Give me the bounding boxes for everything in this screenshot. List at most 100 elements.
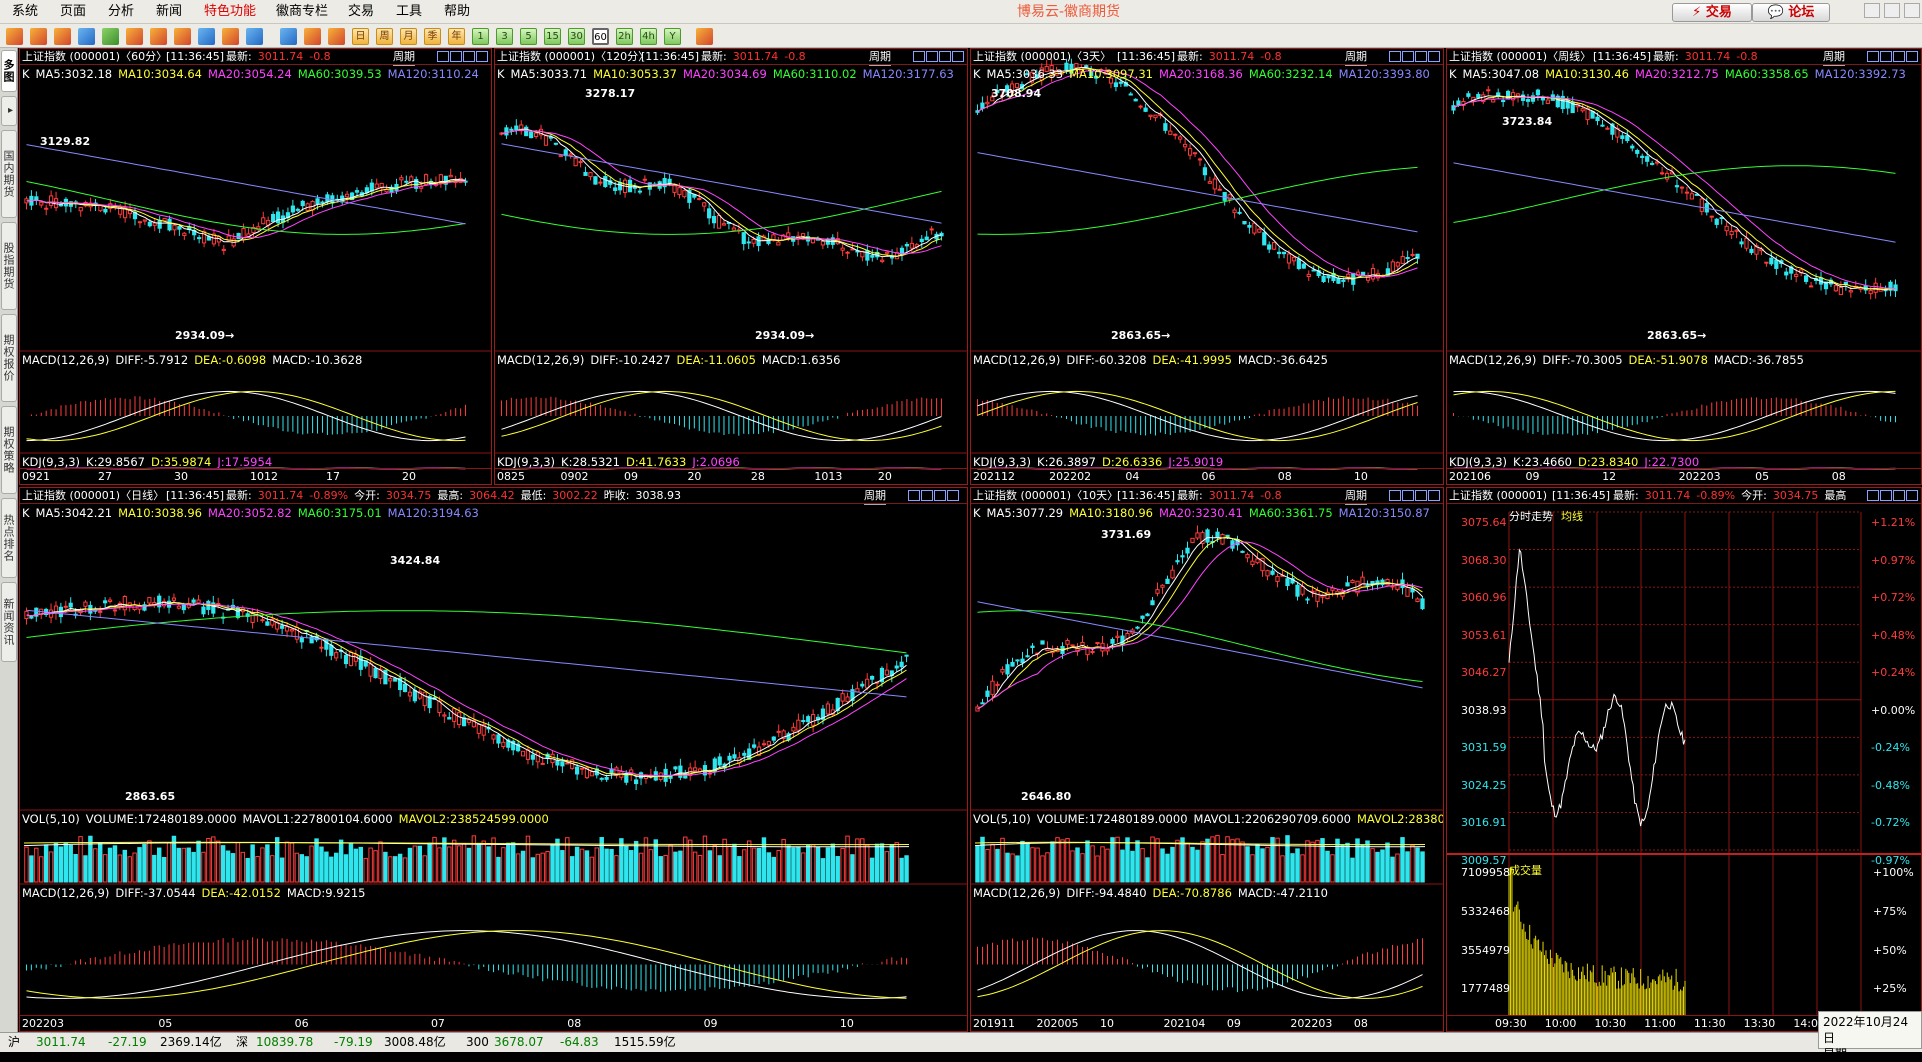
chart-panel[interactable]: 上证指数 (000001)〈120分〉 [11:36:45] 最新: 3011.74-…: [494, 48, 968, 485]
side-tab-multichart[interactable]: 多图: [1, 50, 17, 92]
indicator1-value: MACD:-36.6425: [1237, 353, 1328, 367]
chart-panel[interactable]: 上证指数 (000001)〈日线〉 [11:36:45] 最新: 3011.74 -0.…: [19, 487, 968, 1032]
period-day[interactable]: 日: [352, 28, 369, 45]
trade-button[interactable]: ⚡ 交易: [1672, 3, 1752, 22]
date-tick: 10: [1099, 1017, 1114, 1030]
side-tabs: 多图 ▸ 国内期货 股指期货 期权报价 期权策略 热点排名 新闻资讯: [0, 48, 18, 1032]
refresh-icon[interactable]: [102, 28, 119, 45]
side-tab-option-strategy[interactable]: 期权策略: [1, 406, 17, 494]
filter-icon[interactable]: [222, 28, 239, 45]
menu-bar: 系统 页面 分析 新闻 特色功能 徽商专栏 交易 工具 帮助 博易云-徽商期货 …: [0, 0, 1922, 24]
menu-system[interactable]: 系统: [12, 0, 38, 24]
low-marker: 2863.65→: [1111, 329, 1171, 342]
candle: [599, 777, 604, 780]
menu-trade[interactable]: 交易: [348, 0, 374, 24]
volume-bar: [1165, 853, 1170, 883]
candle: [543, 135, 549, 146]
indicator2-value: D:41.7633: [626, 455, 687, 469]
menu-huishang-column[interactable]: 徽商专栏: [276, 0, 328, 24]
side-tab-domestic-futures[interactable]: 国内期货: [1, 130, 17, 218]
panel-chart-svg[interactable]: [20, 488, 968, 1032]
forum-button[interactable]: 💬 论坛: [1752, 3, 1830, 22]
period-1m[interactable]: 1: [472, 28, 489, 45]
eraser-icon[interactable]: [198, 28, 215, 45]
chart-panel[interactable]: 上证指数 (000001)〈60分〉 [11:36:45] 最新: 3011.74 -0…: [19, 48, 492, 485]
period-week[interactable]: 周: [376, 28, 393, 45]
menu-analysis[interactable]: 分析: [108, 0, 134, 24]
settings-icon[interactable]: [246, 28, 263, 45]
chart-panel[interactable]: 上证指数 (000001)〈周线〉 [11:36:45] 最新: 3011.74 -0.…: [1446, 48, 1922, 485]
menu-tools[interactable]: 工具: [396, 0, 422, 24]
period-5m[interactable]: 5: [520, 28, 537, 45]
side-tab-hot-ranking[interactable]: 热点排名: [1, 498, 17, 578]
panel-chart-svg[interactable]: [971, 49, 1444, 485]
volume-bar: [471, 835, 477, 883]
candle: [1180, 555, 1185, 558]
side-tab-option-quotes[interactable]: 期权报价: [1, 314, 17, 402]
tick-icon[interactable]: [328, 28, 345, 45]
indicator2-value: DEA:-42.0152: [201, 886, 281, 900]
candle: [727, 755, 732, 761]
period-year[interactable]: 年: [448, 28, 465, 45]
period-60m[interactable]: 60: [592, 28, 609, 45]
candle: [496, 734, 501, 744]
period-month[interactable]: 月: [400, 28, 417, 45]
list-icon[interactable]: [78, 28, 95, 45]
volume-bar: [850, 854, 855, 883]
panel-chart-svg[interactable]: [971, 488, 1444, 1032]
volume-bar: [1190, 846, 1195, 883]
volume-bar: [825, 847, 831, 883]
draw-icon[interactable]: [174, 28, 191, 45]
minimize-icon[interactable]: [1864, 3, 1880, 18]
panel-chart-svg[interactable]: [20, 49, 492, 485]
side-tab-index-futures[interactable]: 股指期货: [1, 222, 17, 310]
menu-help[interactable]: 帮助: [444, 0, 470, 24]
table-icon[interactable]: [280, 28, 297, 45]
volume-bar: [638, 852, 644, 883]
side-tab-news[interactable]: 新闻资讯: [1, 582, 17, 662]
book-icon[interactable]: [54, 28, 71, 45]
period-quarter[interactable]: 季: [424, 28, 441, 45]
line-chart-icon[interactable]: [304, 28, 321, 45]
date-tick: 08: [1353, 1017, 1368, 1030]
zoom-out-icon[interactable]: [150, 28, 167, 45]
candle: [980, 702, 985, 705]
candle: [929, 228, 934, 231]
volume-bar: [1055, 837, 1060, 883]
chart-panel[interactable]: 上证指数 (000001)〈3天〉 [11:36:45] 最新: 3011.74 -0.…: [970, 48, 1444, 485]
volume-bar: [368, 847, 373, 883]
menu-news[interactable]: 新闻: [156, 0, 182, 24]
ma-value: MA20:3212.75: [1634, 67, 1719, 81]
candle: [1255, 558, 1260, 564]
period-4h[interactable]: 4h: [640, 28, 657, 45]
candle: [1000, 668, 1005, 673]
back-icon[interactable]: [6, 28, 23, 45]
period-custom[interactable]: Y: [664, 28, 681, 45]
volume-bar: [1035, 847, 1040, 883]
candle: [501, 741, 506, 748]
volume-bar: [1060, 839, 1065, 883]
side-tab-collapse[interactable]: ▸: [1, 96, 17, 126]
panel-chart-svg[interactable]: [495, 49, 968, 485]
period-15m[interactable]: 15: [544, 28, 561, 45]
chart-panel[interactable]: 上证指数 (000001) [11:36:45] 最新: 3011.74 -0.89% 今…: [1446, 487, 1922, 1032]
volume-bar: [373, 850, 378, 883]
close-icon[interactable]: [1904, 3, 1920, 18]
intraday-chart-svg[interactable]: [1447, 488, 1922, 1032]
menu-page[interactable]: 页面: [60, 0, 86, 24]
calendar-icon[interactable]: [696, 28, 713, 45]
period-30m[interactable]: 30: [568, 28, 585, 45]
candle: [1138, 105, 1143, 108]
ma-value: MA5:3047.08: [1462, 67, 1540, 81]
period-3m[interactable]: 3: [496, 28, 513, 45]
volume-bar: [1265, 846, 1270, 883]
period-2h[interactable]: 2h: [616, 28, 633, 45]
candle: [1140, 615, 1145, 619]
zoom-in-icon[interactable]: [126, 28, 143, 45]
maximize-icon[interactable]: [1884, 3, 1900, 18]
home-icon[interactable]: [30, 28, 47, 45]
candle: [1220, 534, 1225, 545]
volume-bar: [584, 850, 590, 883]
menu-special[interactable]: 特色功能: [204, 0, 256, 24]
chart-panel[interactable]: 上证指数 (000001)〈10天〉 [11:36:45] 最新: 3011.74 -0…: [970, 487, 1444, 1032]
